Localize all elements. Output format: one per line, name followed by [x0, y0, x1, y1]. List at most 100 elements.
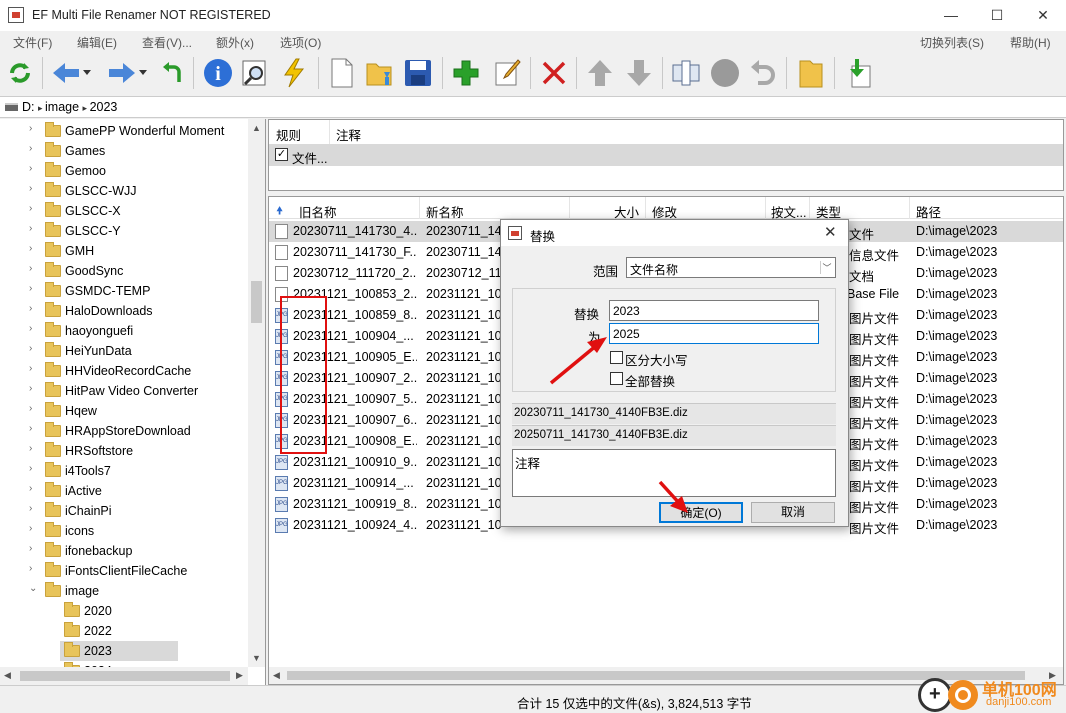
chevron-right-icon[interactable]: ›	[29, 143, 39, 154]
chevron-right-icon[interactable]: ›	[29, 543, 39, 554]
chevron-right-icon[interactable]: ›	[29, 183, 39, 194]
chevron-right-icon[interactable]: ›	[29, 263, 39, 274]
tree-item[interactable]: › HeiYunData	[0, 341, 248, 361]
chevron-right-icon[interactable]: ›	[29, 503, 39, 514]
menu-toggle-list[interactable]: 切换列表(S)	[920, 34, 984, 51]
delete-icon[interactable]	[536, 55, 572, 91]
edit-rule-icon[interactable]	[490, 55, 526, 91]
save-icon[interactable]	[400, 55, 436, 91]
rename-execute-icon[interactable]	[668, 55, 704, 91]
undo-icon[interactable]	[745, 55, 781, 91]
preview-search-icon[interactable]	[237, 55, 273, 91]
chevron-right-icon[interactable]: ›	[29, 363, 39, 374]
tree-item[interactable]: › iFontsClientFileCache	[0, 561, 248, 581]
tree-horizontal-scrollbar[interactable]: ◀ ▶	[0, 667, 248, 685]
tree-item[interactable]: › GLSCC-Y	[0, 221, 248, 241]
chevron-right-icon[interactable]: ›	[29, 483, 39, 494]
breadcrumb-image[interactable]: image	[45, 100, 79, 114]
maximize-button[interactable]: ☐	[974, 0, 1020, 31]
chevron-right-icon[interactable]: ›	[29, 163, 39, 174]
menu-file[interactable]: 文件(F)	[13, 34, 52, 51]
cancel-button[interactable]: 取消	[751, 502, 835, 523]
stop-icon[interactable]	[707, 55, 743, 91]
chevron-right-icon[interactable]: ›	[29, 343, 39, 354]
chevron-right-icon[interactable]: ›	[29, 303, 39, 314]
tree-item[interactable]: › haoyonguefi	[0, 321, 248, 341]
chevron-right-icon[interactable]: ›	[29, 243, 39, 254]
back-arrow-icon[interactable]	[48, 55, 84, 91]
minimize-button[interactable]: —	[928, 0, 974, 31]
move-up-icon[interactable]	[582, 55, 618, 91]
menu-edit[interactable]: 编辑(E)	[77, 34, 117, 51]
breadcrumb-drive[interactable]: D:	[22, 100, 35, 114]
rules-header-note[interactable]: 注释	[336, 125, 361, 144]
lightning-icon[interactable]	[276, 55, 312, 91]
tree-item[interactable]: › GSMDC-TEMP	[0, 281, 248, 301]
tree-item[interactable]: › GLSCC-WJJ	[0, 181, 248, 201]
download-list-icon[interactable]	[840, 55, 876, 91]
tree-child-item[interactable]: 2020	[0, 601, 248, 621]
close-button[interactable]: ✕	[1020, 0, 1066, 31]
open-folder-icon[interactable]	[362, 55, 398, 91]
chevron-right-icon[interactable]: ›	[29, 523, 39, 534]
header-new-name[interactable]: 新名称	[426, 202, 464, 221]
tree-item[interactable]: › HaloDownloads	[0, 301, 248, 321]
chevron-right-icon[interactable]: ›	[29, 223, 39, 234]
tree-item[interactable]: › GMH	[0, 241, 248, 261]
info-icon[interactable]: i	[200, 55, 236, 91]
chevron-right-icon[interactable]: ›	[29, 203, 39, 214]
tree-item[interactable]: › GoodSync	[0, 261, 248, 281]
tree-item[interactable]: › iChainPi	[0, 501, 248, 521]
menu-options[interactable]: 选项(O)	[280, 34, 321, 51]
tree-item[interactable]: › Games	[0, 141, 248, 161]
chevron-right-icon[interactable]: ›	[29, 283, 39, 294]
chevron-right-icon[interactable]: ›	[29, 323, 39, 334]
refresh-icon[interactable]	[2, 55, 38, 91]
menu-view[interactable]: 查看(V)...	[142, 34, 192, 51]
dialog-close-icon[interactable]: ✕	[824, 223, 837, 241]
add-rule-icon[interactable]	[448, 55, 484, 91]
sort-up-icon[interactable]: 🠝	[276, 202, 283, 221]
chevron-right-icon[interactable]: ›	[29, 123, 39, 134]
tree-item[interactable]: › ifonebackup	[0, 541, 248, 561]
tree-vertical-scrollbar[interactable]: ▲ ▼	[248, 119, 265, 667]
replace-input[interactable]: 2023	[609, 300, 819, 321]
chevron-right-icon[interactable]: ›	[29, 563, 39, 574]
new-file-icon[interactable]	[324, 55, 360, 91]
chevron-right-icon[interactable]: ›	[29, 443, 39, 454]
header-old-name[interactable]: 旧名称	[299, 202, 337, 221]
tree-item[interactable]: › HHVideoRecordCache	[0, 361, 248, 381]
chevron-right-icon[interactable]: ›	[29, 423, 39, 434]
chevron-right-icon[interactable]: ›	[29, 383, 39, 394]
up-return-icon[interactable]	[154, 55, 190, 91]
menu-help[interactable]: 帮助(H)	[1010, 34, 1051, 51]
chevron-down-icon[interactable]: ﹀	[820, 261, 833, 274]
tree-item[interactable]: › HRSoftstore	[0, 441, 248, 461]
rules-header-rule[interactable]: 规则	[276, 125, 301, 144]
scope-select[interactable]: 文件名称 ﹀	[626, 257, 836, 278]
tree-item[interactable]: › Hqew	[0, 401, 248, 421]
tree-item[interactable]: › HRAppStoreDownload	[0, 421, 248, 441]
tree-item[interactable]: › GamePP Wonderful Moment	[0, 121, 248, 141]
forward-dropdown-icon[interactable]	[136, 55, 150, 91]
header-path[interactable]: 路径	[916, 202, 941, 221]
path-text[interactable]: D: ▸ image ▸ 2023	[22, 100, 117, 114]
tree-child-item[interactable]: 2022	[0, 621, 248, 641]
tree-child-item[interactable]: 2023	[60, 641, 178, 661]
chevron-right-icon[interactable]: ›	[29, 403, 39, 414]
rule-row[interactable]: ✓ 文件...	[269, 144, 1063, 166]
folder-icon[interactable]	[793, 55, 829, 91]
with-input[interactable]: 2025	[609, 323, 819, 344]
tree-item[interactable]: › GLSCC-X	[0, 201, 248, 221]
move-down-icon[interactable]	[621, 55, 657, 91]
menu-extra[interactable]: 额外(x)	[216, 34, 254, 51]
back-dropdown-icon[interactable]	[80, 55, 94, 91]
tree-item[interactable]: ⌄ image	[0, 581, 248, 601]
tree-item[interactable]: › HitPaw Video Converter	[0, 381, 248, 401]
tree-item[interactable]: › i4Tools7	[0, 461, 248, 481]
chevron-right-icon[interactable]: ›	[29, 463, 39, 474]
chevron-down-icon[interactable]: ⌄	[29, 583, 39, 594]
breadcrumb-2023[interactable]: 2023	[90, 100, 118, 114]
tree-item[interactable]: › Gemoo	[0, 161, 248, 181]
tree-item[interactable]: › iActive	[0, 481, 248, 501]
